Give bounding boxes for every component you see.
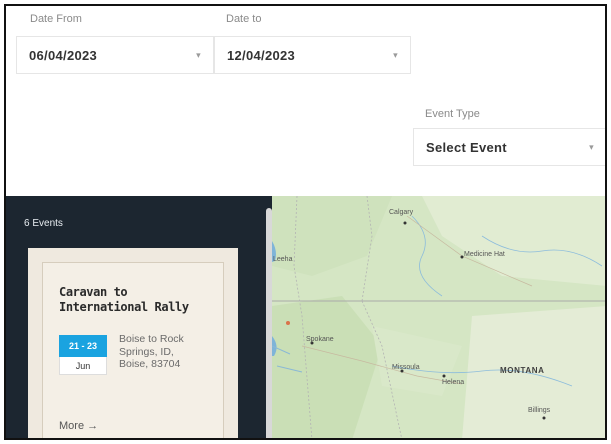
events-list-panel: 6 Events Caravan to International Rally … (6, 196, 272, 440)
date-from-select[interactable]: 06/04/2023 ▾ (16, 36, 214, 74)
more-link[interactable]: More → (59, 420, 98, 432)
map-label-calgary: Calgary (389, 209, 414, 216)
event-type-select[interactable]: Select Event ▾ (413, 128, 607, 166)
events-count: 6 Events (24, 218, 63, 229)
date-from-label: Date From (30, 13, 82, 25)
event-card-inner: Caravan to International Rally 21 - 23 J… (42, 262, 224, 440)
chevron-down-icon: ▾ (196, 49, 201, 60)
map-label-spokane: Spokane (306, 336, 334, 343)
event-date-range: 21 - 23 (59, 335, 107, 357)
date-to-value: 12/04/2023 (227, 47, 296, 63)
chevron-down-icon: ▾ (393, 49, 398, 60)
event-type-label: Event Type (425, 108, 480, 120)
event-title[interactable]: Caravan to International Rally (59, 285, 209, 315)
chevron-down-icon: ▾ (589, 141, 594, 152)
event-type-value: Select Event (426, 139, 507, 155)
date-to-select[interactable]: 12/04/2023 ▾ (214, 36, 411, 74)
map-label-medicine-hat: Medicine Hat (464, 251, 505, 258)
map-view[interactable]: Calgary Medicine Hat Leeha Spokane Misso… (272, 196, 607, 440)
map-label-billings: Billings (528, 407, 551, 414)
map-label-montana: MONTANA (500, 366, 545, 375)
map-terrain (272, 196, 607, 440)
date-to-label: Date to (226, 13, 262, 25)
map-label-edge: Leeha (273, 256, 293, 263)
event-address: Boise to Rock Springs, ID, Boise, 83704 (119, 333, 184, 370)
date-from-value: 06/04/2023 (29, 47, 98, 63)
event-card[interactable]: Caravan to International Rally 21 - 23 J… (28, 248, 238, 440)
event-date-month: Jun (59, 357, 107, 375)
map-label-helena: Helena (442, 379, 465, 386)
map-label-missoula: Missoula (392, 364, 420, 371)
event-date-badge: 21 - 23 Jun (59, 335, 107, 375)
